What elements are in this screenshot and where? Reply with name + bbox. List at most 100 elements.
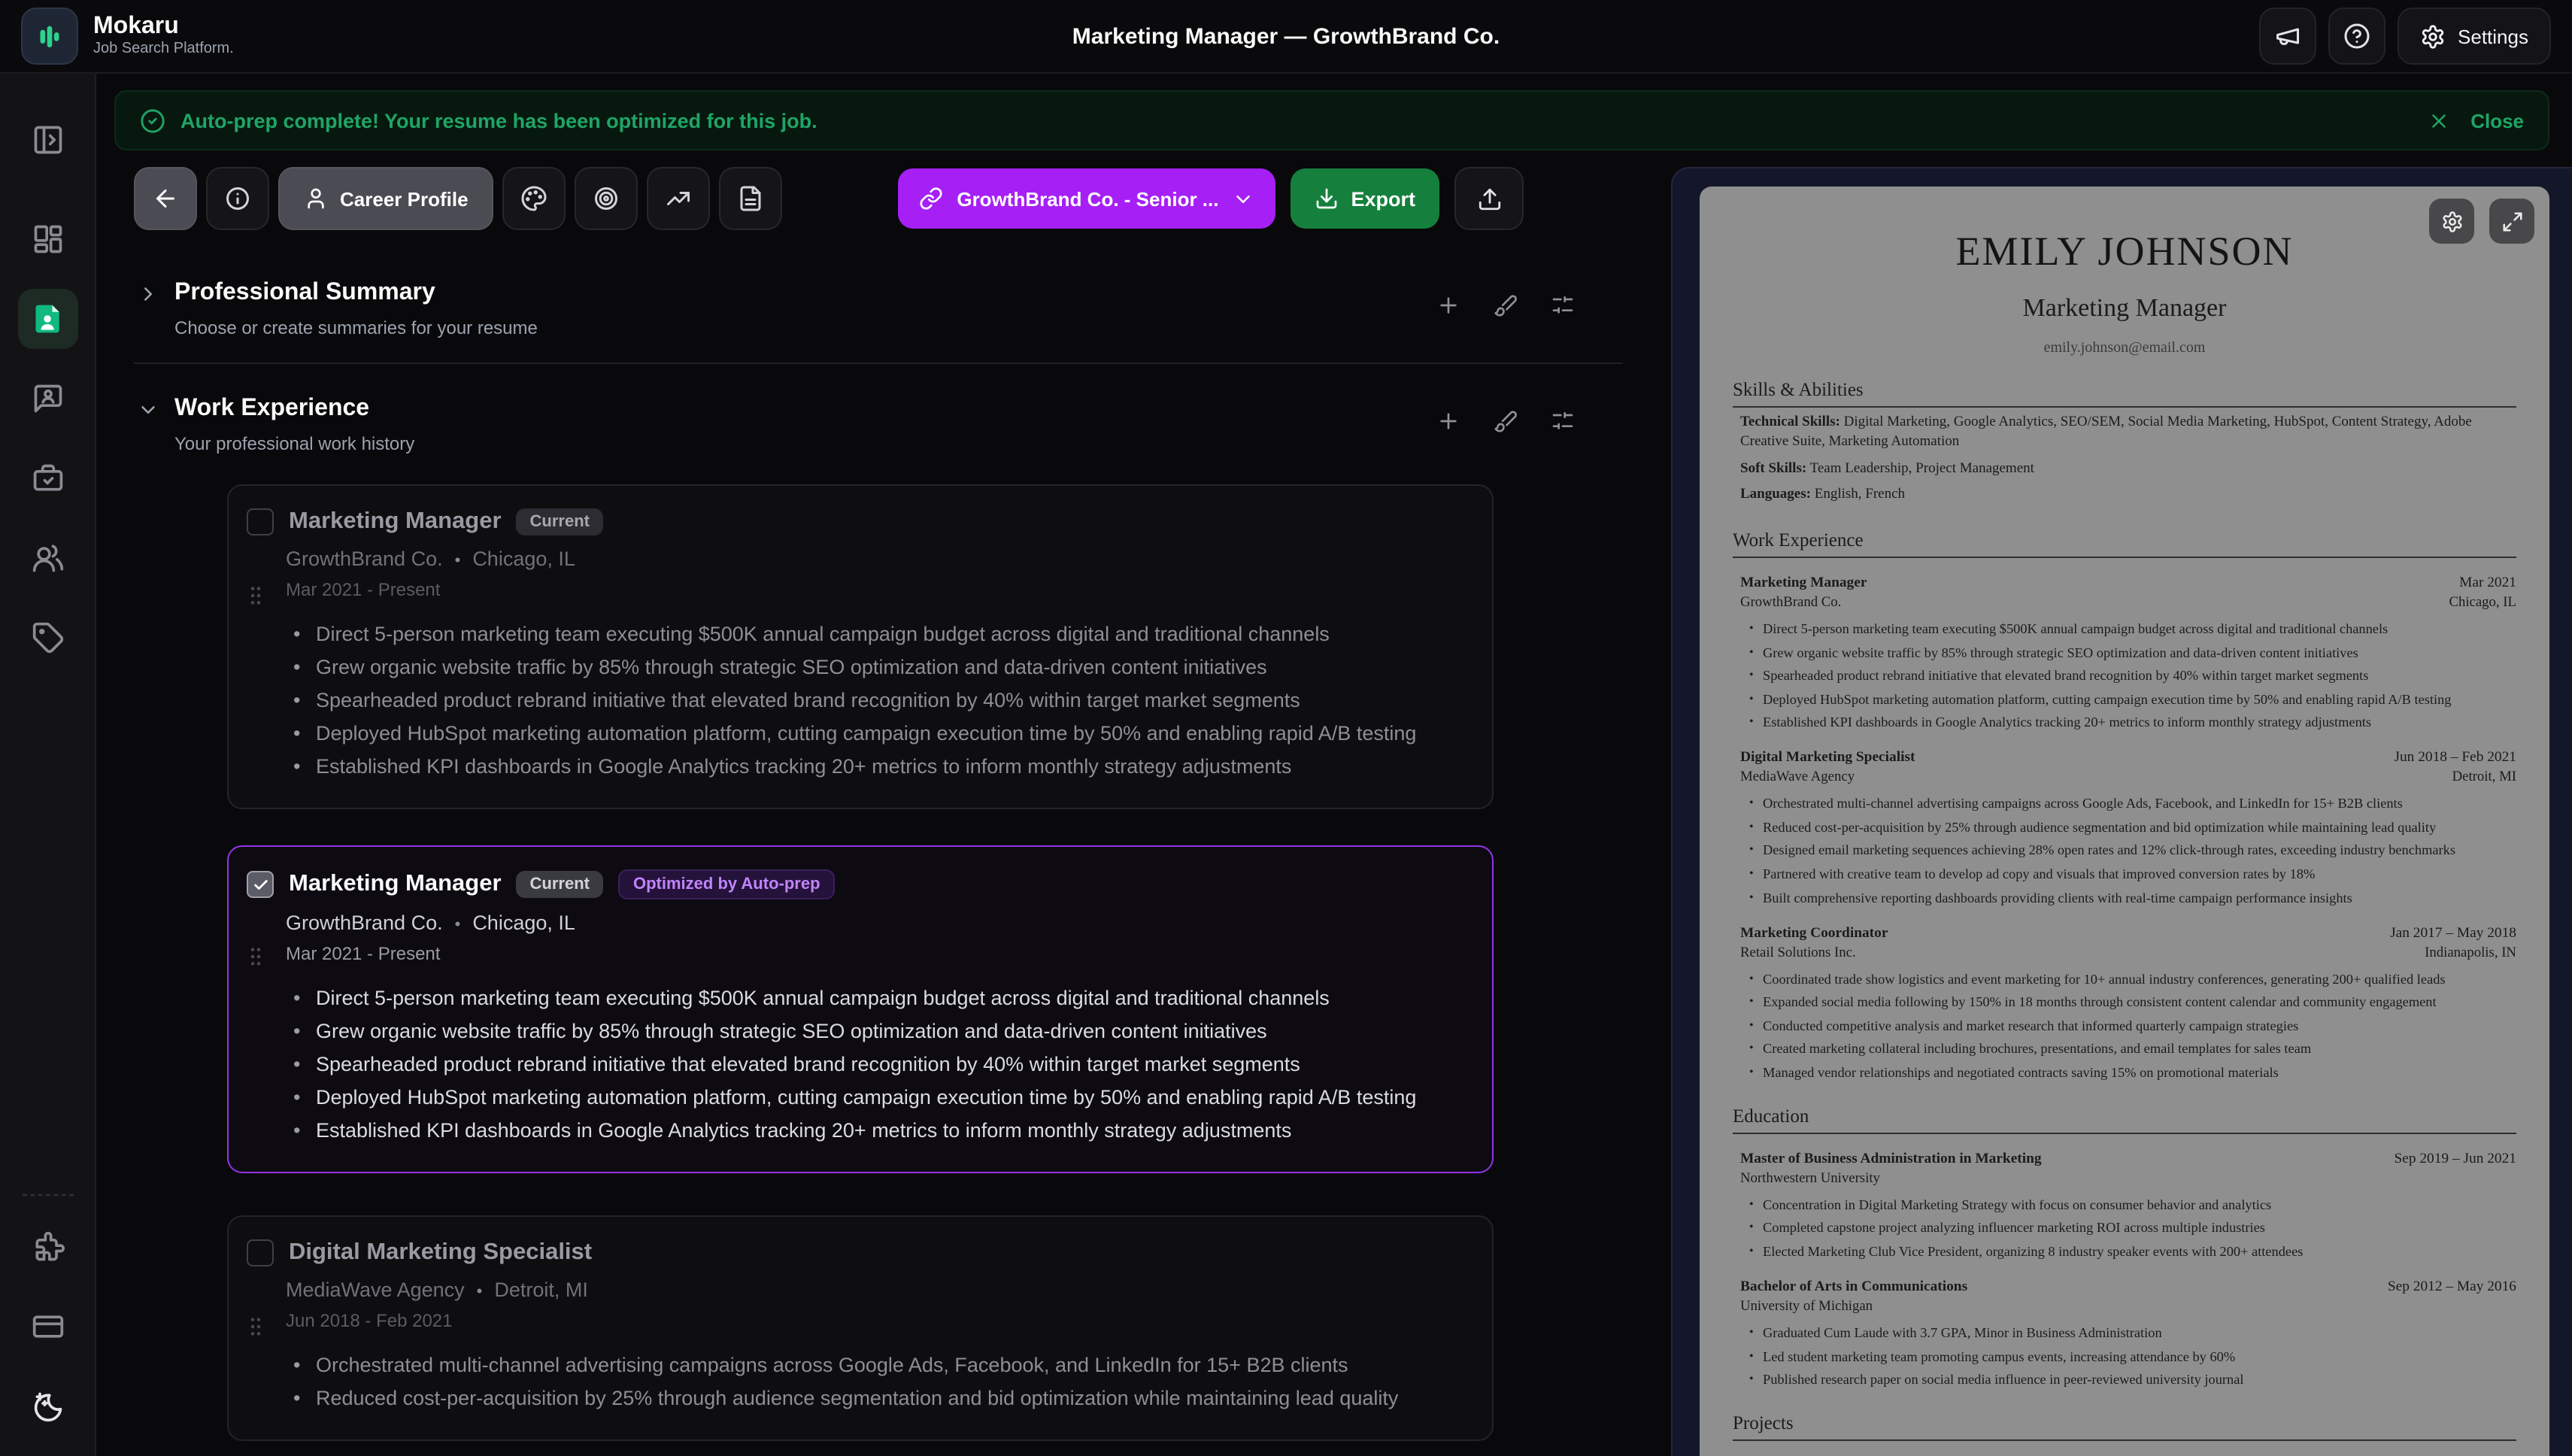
card-bullet: Grew organic website traffic by 85% thro…	[316, 651, 1465, 684]
section-subtitle: Your professional work history	[174, 433, 414, 454]
resume-bullet: Deployed HubSpot marketing automation pl…	[1749, 690, 2516, 709]
theme-palette-button[interactable]	[503, 167, 566, 230]
drag-handle-icon[interactable]	[244, 940, 268, 973]
section-actions	[1430, 394, 1581, 439]
card-bullet-list: Orchestrated multi-channel advertising c…	[247, 1349, 1465, 1415]
add-button[interactable]	[1430, 403, 1466, 439]
resume-work-entry: Digital Marketing SpecialistJun 2018 – F…	[1740, 750, 2516, 908]
sidebar-item-tags[interactable]	[17, 608, 77, 668]
app-tagline: Job Search Platform.	[93, 41, 234, 59]
link-icon	[919, 187, 943, 211]
linked-job-select[interactable]: GrowthBrand Co. - Senior ...	[898, 168, 1275, 229]
entry-location: Detroit, MI	[2452, 771, 2516, 786]
card-bullet: Established KPI dashboards in Google Ana…	[316, 751, 1465, 784]
section-professional-summary: Professional Summary Choose or create su…	[134, 248, 1623, 364]
documents-button[interactable]	[720, 167, 783, 230]
app-name: Mokaru	[93, 14, 234, 41]
credit-card-icon	[31, 1310, 64, 1343]
sliders-button[interactable]	[1545, 403, 1581, 439]
resume-preview-panel: EMILY JOHNSON Marketing Manager emily.jo…	[1671, 167, 2572, 1456]
file-text-icon	[738, 185, 765, 212]
resume-name: EMILY JOHNSON	[1733, 229, 2516, 275]
theme-toggle-button[interactable]	[17, 1376, 77, 1436]
experience-card-selected[interactable]: Marketing Manager Current Optimized by A…	[227, 845, 1494, 1173]
sidebar-item-dashboard[interactable]	[17, 209, 77, 269]
entry-dates: Sep 2012 – May 2016	[2388, 1279, 2516, 1295]
sidebar-item-contacts[interactable]	[17, 528, 77, 588]
resume-bullet: Managed vendor relationships and negotia…	[1749, 1063, 2516, 1083]
editor-toolbar: Career Profile	[134, 167, 1623, 230]
paintbrush-button[interactable]	[1488, 287, 1524, 323]
company-name: GrowthBrand Co.	[286, 912, 443, 934]
card-company-row: GrowthBrand Co. Chicago, IL	[286, 912, 1465, 934]
sidebar-item-integrations[interactable]	[17, 1217, 77, 1277]
card-dates: Jun 2018 - Feb 2021	[286, 1310, 1465, 1331]
experience-card[interactable]: Digital Marketing Specialist MediaWave A…	[227, 1215, 1494, 1441]
chevron-right-icon[interactable]	[137, 283, 159, 305]
panel-toggle-icon	[31, 123, 64, 156]
back-button[interactable]	[134, 167, 197, 230]
briefcase-check-icon	[31, 462, 64, 495]
drag-handle-icon[interactable]	[244, 1310, 268, 1343]
entry-school: Northwestern University	[1740, 1172, 1880, 1187]
add-button[interactable]	[1430, 287, 1466, 323]
toolbar-right-group: GrowthBrand Co. - Senior ... Export	[898, 167, 1524, 230]
sidebar-item-jobs[interactable]	[17, 448, 77, 508]
entry-title: Digital Marketing Specialist	[1740, 750, 1915, 766]
megaphone-icon	[2274, 23, 2301, 50]
card-title: Marketing Manager	[289, 508, 502, 535]
entry-school: University of Michigan	[1740, 1300, 1873, 1315]
preview-settings-button[interactable]	[2429, 199, 2474, 244]
sidebar-item-billing[interactable]	[17, 1297, 77, 1357]
sidebar-toggle-button[interactable]	[17, 110, 77, 170]
help-button[interactable]	[2328, 8, 2385, 65]
card-bullet: Established KPI dashboards in Google Ana…	[316, 1115, 1465, 1148]
resume-bullet: Established KPI dashboards in Google Ana…	[1749, 713, 2516, 733]
section-title: Professional Summary	[174, 278, 538, 308]
experience-card[interactable]: Marketing Manager Current GrowthBrand Co…	[227, 484, 1494, 809]
resume-bullet: Expanded social media following by 150% …	[1749, 993, 2516, 1012]
paintbrush-button[interactable]	[1488, 403, 1524, 439]
puzzle-icon	[31, 1230, 64, 1263]
chevron-down-icon	[1232, 187, 1254, 210]
resume-bullet: Orchestrated multi-channel advertising c…	[1749, 795, 2516, 814]
company-location: Chicago, IL	[455, 548, 575, 570]
sliders-button[interactable]	[1545, 287, 1581, 323]
card-title: Digital Marketing Specialist	[289, 1239, 592, 1266]
user-icon	[304, 187, 328, 211]
target-button[interactable]	[575, 167, 638, 230]
resume-bullet: Coordinated trade show logistics and eve…	[1749, 969, 2516, 989]
resume-bullet: Grew organic website traffic by 85% thro…	[1749, 643, 2516, 663]
analytics-button[interactable]	[648, 167, 711, 230]
card-checkbox-checked[interactable]	[247, 871, 274, 898]
sidebar-item-resume-builder[interactable]	[17, 289, 77, 349]
banner-message: Auto-prep complete! Your resume has been…	[180, 109, 817, 132]
resume-bullet: Graduated Cum Laude with 3.7 GPA, Minor …	[1749, 1324, 2516, 1343]
section-text: Professional Summary Choose or create su…	[174, 278, 538, 338]
drag-handle-icon[interactable]	[244, 579, 268, 612]
tab-career-profile[interactable]: Career Profile	[278, 167, 494, 230]
announcements-button[interactable]	[2259, 8, 2316, 65]
banner-close-button[interactable]: Close	[2427, 109, 2524, 132]
settings-button[interactable]: Settings	[2398, 8, 2551, 65]
entry-dates: Sep 2019 – Jun 2021	[2394, 1151, 2516, 1167]
info-button[interactable]	[206, 167, 269, 230]
card-checkbox[interactable]	[247, 508, 274, 535]
target-icon	[593, 185, 620, 212]
resume-section-skills: Skills & Abilities	[1733, 379, 2516, 408]
top-header: Mokaru Job Search Platform. Marketing Ma…	[0, 0, 2572, 74]
sidebar-item-interviews[interactable]	[17, 369, 77, 429]
card-bullet: Deployed HubSpot marketing automation pl…	[316, 717, 1465, 751]
card-bullet: Deployed HubSpot marketing automation pl…	[316, 1081, 1465, 1115]
preview-fullscreen-button[interactable]	[2489, 199, 2534, 244]
card-bullet: Spearheaded product rebrand initiative t…	[316, 684, 1465, 717]
card-checkbox[interactable]	[247, 1239, 274, 1266]
share-button[interactable]	[1454, 167, 1524, 230]
export-button[interactable]: Export	[1291, 168, 1439, 229]
resume-email: emily.johnson@email.com	[1733, 340, 2516, 356]
section-actions	[1430, 278, 1581, 323]
chevron-down-icon[interactable]	[137, 399, 159, 421]
company-name: GrowthBrand Co.	[286, 548, 443, 570]
company-location: Detroit, MI	[477, 1279, 588, 1301]
entry-title: Marketing Manager	[1740, 575, 1867, 591]
